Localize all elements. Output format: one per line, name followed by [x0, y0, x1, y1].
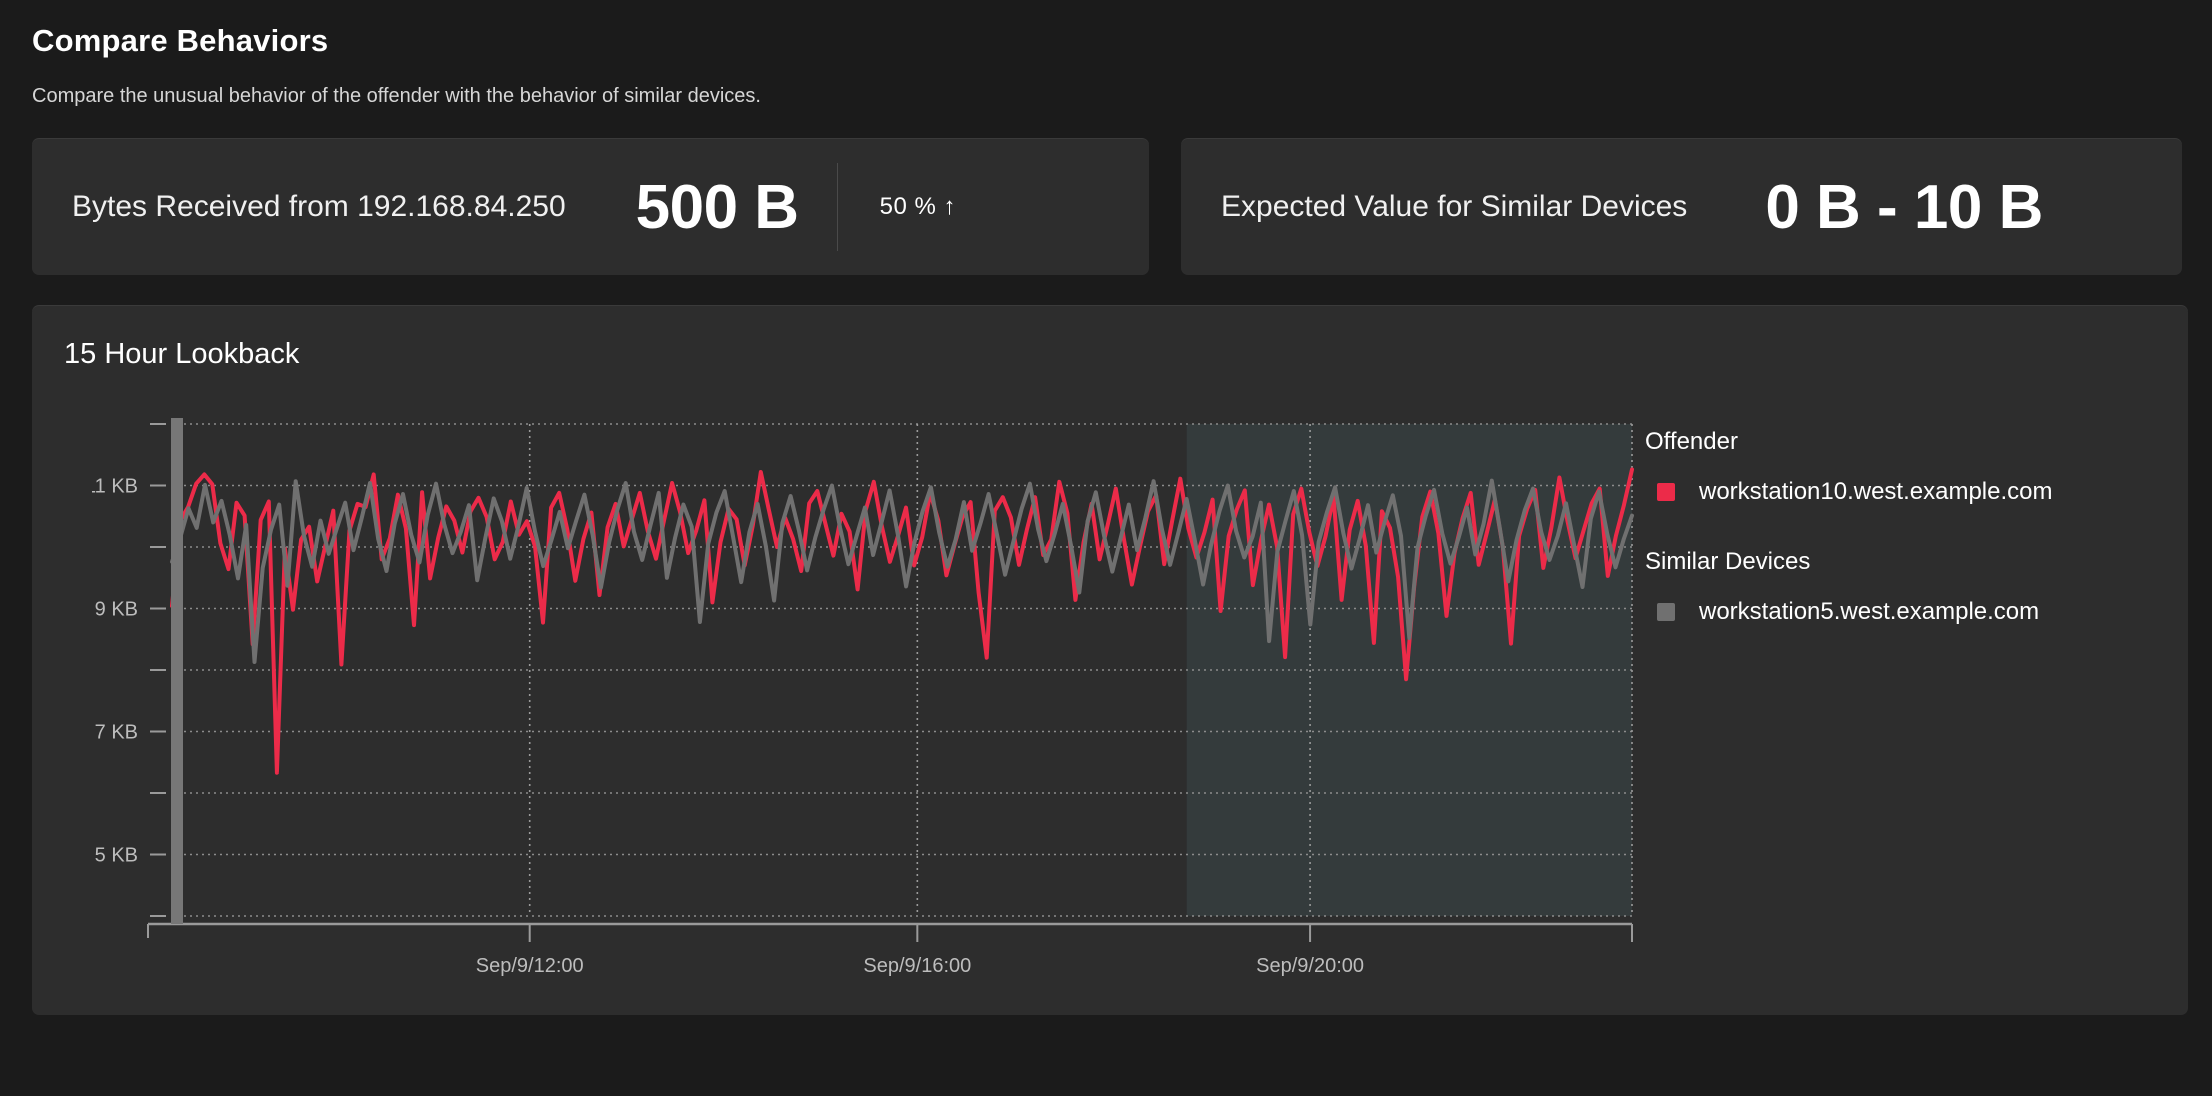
legend-group: Similar Devices workstation5.west.example…	[1645, 548, 2145, 626]
y-axis-tick-label: 9 KB	[95, 599, 138, 621]
legend-group-title: Offender	[1645, 428, 1738, 456]
expected-value-value: 0 B - 10 B	[1765, 172, 2043, 242]
legend-group-title: Similar Devices	[1645, 548, 1811, 576]
offender-bytes-card: Bytes Received from 192.168.84.250 500 B…	[32, 138, 1149, 276]
legend-item[interactable]: workstation10.west.example.com	[1657, 478, 2145, 506]
legend-item-label: workstation10.west.example.com	[1699, 478, 2053, 506]
y-axis-tick-label: 5 KB	[95, 845, 138, 867]
x-axis-tick-label: Sep/9/12:00	[476, 955, 584, 977]
page-title: Compare Behaviors	[32, 23, 329, 58]
offender-bytes-label: Bytes Received from 192.168.84.250	[72, 190, 566, 224]
chart-legend: Offender workstation10.west.example.com Si…	[1645, 428, 2145, 626]
x-axis-tick-label: Sep/9/16:00	[863, 955, 971, 977]
legend-swatch-icon	[1657, 483, 1675, 502]
legend-item[interactable]: workstation5.west.example.com	[1657, 598, 2145, 626]
offender-delta-wrap: 50 % ↑	[836, 163, 956, 252]
legend-swatch-icon	[1657, 603, 1675, 622]
offender-delta-value: 50 % ↑	[879, 193, 956, 221]
offender-bytes-value: 500 B	[635, 172, 799, 242]
x-axis-tick-label: Sep/9/20:00	[1256, 955, 1364, 977]
expected-value-card: Expected Value for Similar Devices 0 B -…	[1181, 138, 2182, 276]
card-divider	[836, 163, 838, 252]
y-axis-tick-label: 11 KB	[92, 476, 138, 498]
timeseries-chart[interactable]: 11 KB 9 KB 7 KB 5 KB Sep/9/12:00 Sep/9/16:00 S…	[92, 404, 1652, 984]
page-subtitle: Compare the unusual behavior of the offe…	[32, 85, 761, 108]
legend-item-label: workstation5.west.example.com	[1699, 598, 2040, 626]
expected-value-label: Expected Value for Similar Devices	[1221, 190, 1688, 224]
y-axis-tick-label: 7 KB	[95, 722, 138, 744]
chart-body: 11 KB 9 KB 7 KB 5 KB Sep/9/12:00 Sep/9/16:00 S…	[32, 306, 2188, 1015]
lookback-chart-panel: 15 Hour Lookback 11 KB9 KB7 KB5 KBSep/9/…	[32, 305, 2188, 1016]
legend-group: Offender workstation10.west.example.com	[1645, 428, 2145, 506]
compare-behaviors-page: Compare Behaviors Compare the unusual be…	[0, 0, 2212, 1096]
time-range-handle[interactable]	[171, 418, 183, 925]
stat-cards-row: Bytes Received from 192.168.84.250 500 B…	[32, 138, 2188, 276]
